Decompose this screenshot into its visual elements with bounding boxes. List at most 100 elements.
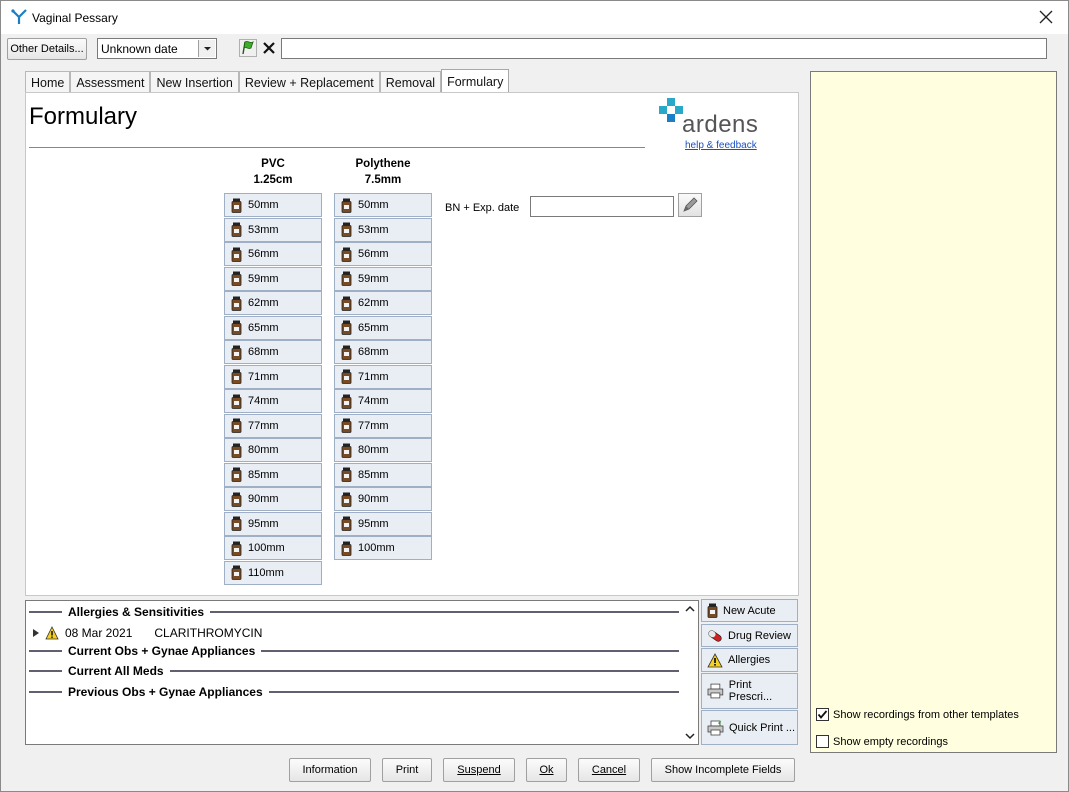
polythene-size-button[interactable]: 50mm — [334, 193, 432, 217]
medication-bottle-icon — [341, 345, 352, 360]
tab-formulary[interactable]: Formulary — [441, 69, 510, 93]
pvc-size-button[interactable]: 85mm — [224, 462, 322, 487]
clear-icon[interactable] — [260, 39, 278, 57]
tab-home[interactable]: Home — [25, 71, 71, 93]
show-empty-recordings-checkbox[interactable]: Show empty recordings — [816, 735, 948, 748]
pvc-size-button[interactable]: 95mm — [224, 511, 322, 536]
pvc-size-button[interactable]: 74mm — [224, 389, 322, 413]
note-input[interactable] — [281, 38, 1047, 59]
pvc-size-button[interactable]: 77mm — [224, 413, 322, 438]
polythene-size-label: 53mm — [358, 223, 389, 236]
print-button[interactable]: Print — [382, 758, 432, 782]
bn-exp-date-input[interactable] — [530, 196, 674, 217]
previous-obs-section-label: Previous Obs + Gynae Appliances — [68, 685, 263, 699]
pvc-size-button[interactable]: 68mm — [224, 340, 322, 364]
medication-bottle-icon — [341, 443, 352, 458]
pvc-size-label: 110mm — [248, 566, 284, 579]
pvc-size-button[interactable]: 50mm — [224, 193, 322, 217]
print-prescription-button[interactable]: Print Prescri... — [701, 673, 798, 709]
polythene-heading: Polythene 7.5mm — [334, 156, 432, 188]
chevron-down-icon[interactable] — [198, 40, 215, 57]
printer-icon — [707, 683, 724, 699]
medication-bottle-icon — [341, 369, 352, 384]
new-acute-button[interactable]: New Acute — [701, 599, 798, 622]
pvc-size-button[interactable]: 90mm — [224, 487, 322, 511]
polythene-size-button[interactable]: 62mm — [334, 291, 432, 315]
pvc-size-button[interactable]: 80mm — [224, 438, 322, 462]
drug-review-button[interactable]: Drug Review — [701, 624, 798, 647]
polythene-size-label: 65mm — [358, 321, 389, 334]
polythene-size-label: 59mm — [358, 272, 389, 285]
medication-bottle-icon — [341, 418, 352, 433]
pvc-heading: PVC 1.25cm — [224, 156, 322, 188]
checkbox-box[interactable] — [816, 708, 829, 721]
polythene-size-button[interactable]: 85mm — [334, 462, 432, 487]
tab-review-replacement[interactable]: Review + Replacement — [238, 71, 380, 93]
checkbox-box[interactable] — [816, 735, 829, 748]
page-title: Formulary — [29, 103, 138, 130]
polythene-size-label: 68mm — [358, 346, 389, 358]
scroll-up-icon[interactable] — [685, 604, 695, 614]
pvc-size-button[interactable]: 100mm — [224, 536, 322, 560]
date-select[interactable]: Unknown date — [97, 38, 217, 59]
window-title: Vaginal Pessary — [32, 11, 118, 25]
polythene-heading-line1: Polythene — [355, 158, 411, 170]
allergies-button[interactable]: Allergies — [701, 648, 798, 672]
pvc-size-label: 85mm — [248, 468, 279, 481]
polythene-size-button[interactable]: 56mm — [334, 242, 432, 266]
pvc-size-button[interactable]: 53mm — [224, 217, 322, 242]
pvc-size-button[interactable]: 59mm — [224, 266, 322, 291]
medication-bottle-icon — [341, 271, 352, 286]
other-details-button[interactable]: Other Details... — [7, 38, 87, 60]
polythene-size-button[interactable]: 74mm — [334, 389, 432, 413]
medication-bottle-icon — [341, 198, 352, 213]
polythene-size-button[interactable]: 59mm — [334, 266, 432, 291]
pvc-size-button[interactable]: 56mm — [224, 242, 322, 266]
pvc-size-button[interactable]: 110mm — [224, 560, 322, 585]
tab-new-insertion[interactable]: New Insertion — [150, 71, 239, 93]
show-other-templates-checkbox[interactable]: Show recordings from other templates — [816, 708, 1019, 721]
allergy-row[interactable]: 08 Mar 2021 CLARITHROMYCIN — [32, 626, 262, 640]
polythene-size-label: 90mm — [358, 493, 389, 505]
suspend-button[interactable]: Suspend — [443, 758, 515, 782]
medication-bottle-icon — [341, 296, 352, 311]
polythene-size-button[interactable]: 100mm — [334, 536, 432, 560]
pvc-size-label: 56mm — [248, 248, 279, 260]
quick-print-button[interactable]: Quick Print ... — [701, 710, 798, 745]
polythene-size-button[interactable]: 53mm — [334, 217, 432, 242]
bottom-button-bar: Information Print Suspend Ok Cancel Show… — [25, 752, 799, 784]
polythene-size-button[interactable]: 65mm — [334, 315, 432, 340]
show-incomplete-fields-button[interactable]: Show Incomplete Fields — [651, 758, 795, 782]
polythene-size-button[interactable]: 95mm — [334, 511, 432, 536]
medication-bottle-icon — [707, 603, 718, 618]
current-obs-section-header: Current Obs + Gynae Appliances — [29, 643, 679, 659]
polythene-size-button[interactable]: 68mm — [334, 340, 432, 364]
polythene-size-button[interactable]: 90mm — [334, 487, 432, 511]
medication-bottle-icon — [341, 320, 352, 335]
flag-icon[interactable] — [239, 39, 257, 57]
polythene-size-button[interactable]: 80mm — [334, 438, 432, 462]
medication-bottle-icon — [231, 394, 242, 409]
pencil-icon[interactable] — [678, 193, 702, 217]
medication-bottle-icon — [231, 516, 242, 531]
allergy-date: 08 Mar 2021 — [65, 626, 133, 640]
tab-removal[interactable]: Removal — [379, 71, 442, 93]
tab-assessment[interactable]: Assessment — [70, 71, 151, 93]
polythene-size-button[interactable]: 77mm — [334, 413, 432, 438]
help-feedback-link[interactable]: help & feedback — [685, 140, 757, 151]
pvc-size-label: 59mm — [248, 272, 279, 285]
date-select-value: Unknown date — [101, 42, 178, 56]
information-button[interactable]: Information — [289, 758, 371, 782]
close-icon[interactable] — [1036, 7, 1056, 27]
polythene-size-label: 100mm — [358, 542, 395, 554]
tab-bar: Home Assessment New Insertion Review + R… — [25, 69, 510, 93]
app-icon — [11, 9, 27, 24]
pvc-size-button[interactable]: 71mm — [224, 364, 322, 389]
scroll-down-icon[interactable] — [685, 731, 695, 741]
ok-button[interactable]: Ok — [526, 758, 567, 782]
expand-arrow-icon[interactable] — [32, 628, 40, 638]
polythene-size-button[interactable]: 71mm — [334, 364, 432, 389]
cancel-button[interactable]: Cancel — [578, 758, 640, 782]
pvc-size-button[interactable]: 62mm — [224, 291, 322, 315]
pvc-size-button[interactable]: 65mm — [224, 315, 322, 340]
